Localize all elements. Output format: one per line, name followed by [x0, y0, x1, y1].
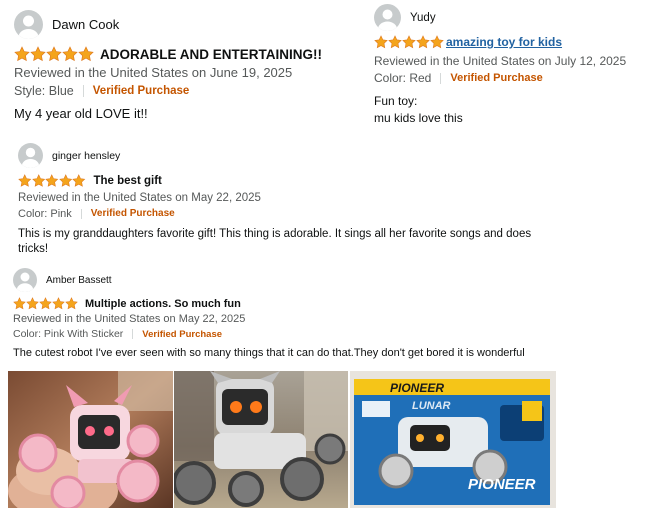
review-date: Reviewed in the United States on July 12…	[374, 54, 627, 68]
star-icon	[14, 46, 30, 62]
review-yudy: Yudy amazing toy for kids Reviewed in th…	[374, 4, 626, 127]
variant-label[interactable]: Style: Blue	[14, 84, 74, 98]
review-date: Reviewed in the United States on May 22,…	[13, 313, 246, 325]
review-title[interactable]: The best gift	[94, 175, 162, 187]
review-body-line: My 4 year old LOVE it!!	[14, 106, 148, 121]
review-body-line: Fun toy:	[374, 94, 418, 108]
star-icon	[430, 35, 444, 49]
review-amber-bassett: Amber Bassett Multiple actions. So much …	[13, 268, 525, 360]
user-silhouette-icon	[16, 272, 34, 292]
star-icon	[39, 297, 52, 310]
star-rating[interactable]	[374, 35, 444, 49]
star-icon	[46, 46, 62, 62]
star-icon	[26, 297, 39, 310]
avatar[interactable]	[14, 10, 43, 39]
review-body-line: mu kids love this	[374, 111, 463, 125]
review-title-link[interactable]: amazing toy for kids	[446, 35, 562, 49]
verified-purchase-badge: Verified Purchase	[90, 208, 175, 219]
star-icon	[416, 35, 430, 49]
star-icon	[374, 35, 388, 49]
star-icon	[31, 174, 45, 187]
reviewer-name[interactable]: Amber Bassett	[46, 275, 112, 286]
review-title[interactable]: ADORABLE AND ENTERTAINING!!	[100, 47, 322, 62]
gray-robot-image	[174, 371, 348, 508]
star-rating[interactable]	[13, 297, 78, 310]
user-silhouette-icon	[378, 9, 397, 31]
box-brand-line-1: LUNAR	[412, 400, 451, 412]
box-brand-line-2: PIONEER	[468, 476, 536, 493]
review-body: This is my granddaughters favorite gift!…	[18, 227, 578, 257]
review-date: Reviewed in the United States on June 19…	[14, 65, 293, 80]
user-silhouette-icon	[18, 15, 39, 39]
verified-purchase-badge: Verified Purchase	[92, 85, 190, 97]
reviewer-name[interactable]: Yudy	[410, 12, 436, 24]
reviewer-name[interactable]: ginger hensley	[52, 150, 120, 162]
variant-label[interactable]: Color: Red	[374, 71, 431, 85]
review-title-row: ADORABLE AND ENTERTAINING!!	[14, 46, 322, 62]
verified-purchase-badge: Verified Purchase	[450, 72, 543, 84]
star-icon	[72, 174, 86, 187]
review-photo-box[interactable]: PIONEER LUNAR PIONEER	[350, 371, 556, 508]
star-icon	[58, 174, 72, 187]
reviewer-header: Yudy	[374, 4, 626, 31]
lunar-pioneer-box-image: PIONEER LUNAR PIONEER	[350, 371, 556, 508]
review-title-row: The best gift	[18, 174, 578, 188]
star-icon	[62, 46, 78, 62]
review-photo-gray-robot[interactable]	[174, 371, 348, 508]
star-icon	[13, 297, 26, 310]
review-body: My 4 year old LOVE it!!	[14, 106, 322, 121]
reviewer-name[interactable]: Dawn Cook	[52, 17, 119, 32]
star-rating[interactable]	[18, 174, 86, 188]
variant-label[interactable]: Color: Pink With Sticker	[13, 328, 123, 340]
divider	[440, 72, 442, 84]
star-icon	[18, 174, 32, 187]
reviewer-header: Amber Bassett	[13, 268, 525, 292]
star-icon	[402, 35, 416, 49]
user-silhouette-icon	[21, 147, 40, 168]
review-body: The cutest robot I've ever seen with so …	[13, 346, 525, 360]
avatar[interactable]	[13, 268, 37, 292]
review-title[interactable]: Multiple actions. So much fun	[85, 298, 241, 310]
review-photo-pink-robot[interactable]	[8, 371, 173, 508]
review-body-line: The cutest robot I've ever seen with so …	[13, 347, 525, 359]
star-rating[interactable]	[14, 46, 94, 62]
review-variant-row: Color: Red Verified Purchase	[374, 71, 626, 85]
divider	[132, 329, 134, 339]
review-variant-row: Style: Blue Verified Purchase	[14, 84, 322, 98]
star-icon	[45, 174, 59, 187]
box-text-top: PIONEER	[390, 381, 444, 395]
review-body-line: This is my granddaughters favorite gift!…	[18, 227, 532, 240]
star-icon	[78, 46, 94, 62]
star-icon	[388, 35, 402, 49]
review-variant-row: Color: Pink With Sticker Verified Purcha…	[13, 328, 525, 340]
avatar[interactable]	[18, 143, 43, 168]
reviewer-header: ginger hensley	[18, 143, 578, 168]
review-title-row: amazing toy for kids	[374, 35, 626, 49]
review-date: Reviewed in the United States on May 22,…	[18, 191, 261, 204]
divider	[80, 208, 82, 219]
variant-label[interactable]: Color: Pink	[18, 208, 72, 220]
reviewer-header: Dawn Cook	[14, 10, 322, 39]
review-dawn-cook: Dawn Cook ADORABLE AND ENTERTAINING!! Re…	[14, 10, 322, 121]
review-body-line: tricks!	[18, 242, 49, 255]
verified-purchase-badge: Verified Purchase	[142, 328, 223, 340]
star-icon	[65, 297, 78, 310]
divider	[82, 85, 84, 97]
pink-robot-image	[8, 371, 173, 508]
review-body: Fun toy: mu kids love this	[374, 93, 626, 127]
star-icon	[52, 297, 65, 310]
review-variant-row: Color: Pink Verified Purchase	[18, 208, 578, 220]
review-title-row: Multiple actions. So much fun	[13, 297, 525, 310]
review-ginger-hensley: ginger hensley The best gift Reviewed in…	[18, 143, 578, 257]
avatar[interactable]	[374, 4, 401, 31]
star-icon	[30, 46, 46, 62]
